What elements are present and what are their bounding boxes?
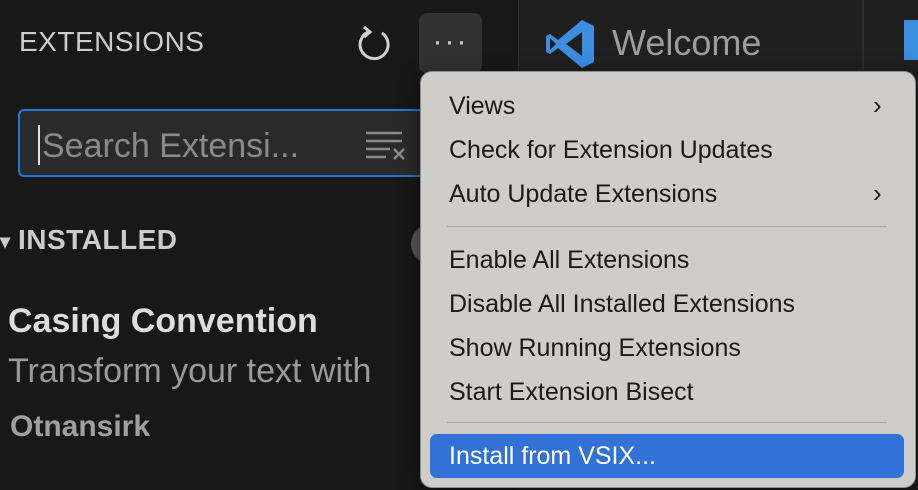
- refresh-icon[interactable]: [354, 24, 394, 64]
- extension-name[interactable]: Casing Convention: [8, 302, 318, 341]
- installed-section-header[interactable]: ▾ INSTALLED: [0, 224, 178, 256]
- tab-welcome[interactable]: Welcome: [612, 22, 761, 64]
- menu-item-disable-all[interactable]: Disable All Installed Extensions: [449, 290, 795, 319]
- menu-item-auto-update[interactable]: Auto Update Extensions: [449, 180, 717, 209]
- menu-item-views[interactable]: Views: [449, 92, 515, 121]
- chevron-right-icon: ›: [873, 90, 882, 120]
- menu-separator: [447, 226, 887, 227]
- sidebar-title: EXTENSIONS: [19, 26, 205, 57]
- menu-separator: [447, 422, 887, 423]
- extension-publisher: Otnansirk: [10, 410, 151, 443]
- menu-item-check-updates[interactable]: Check for Extension Updates: [449, 136, 773, 165]
- chevron-right-icon: ›: [873, 178, 882, 208]
- file-icon: [904, 20, 918, 60]
- text-caret: [38, 125, 40, 165]
- menu-item-enable-all[interactable]: Enable All Extensions: [449, 246, 689, 275]
- menu-item-show-running[interactable]: Show Running Extensions: [449, 334, 741, 363]
- chevron-down-icon: ▾: [0, 231, 11, 254]
- menu-item-bisect[interactable]: Start Extension Bisect: [449, 378, 694, 407]
- search-extensions-input[interactable]: Search Extensi...: [18, 109, 438, 177]
- clear-filter-icon[interactable]: [364, 129, 408, 161]
- extension-description: Transform your text with: [8, 352, 372, 390]
- more-actions-menu: Views › Check for Extension Updates Auto…: [420, 71, 916, 488]
- ellipsis-icon: ···: [432, 25, 469, 58]
- menu-item-install-vsix[interactable]: Install from VSIX...: [430, 434, 904, 478]
- section-label: INSTALLED: [18, 224, 178, 255]
- more-actions-button[interactable]: ···: [419, 13, 482, 73]
- menu-item-label: Install from VSIX...: [449, 442, 657, 470]
- search-placeholder: Search Extensi...: [42, 127, 300, 165]
- vscode-logo-icon: [546, 20, 594, 68]
